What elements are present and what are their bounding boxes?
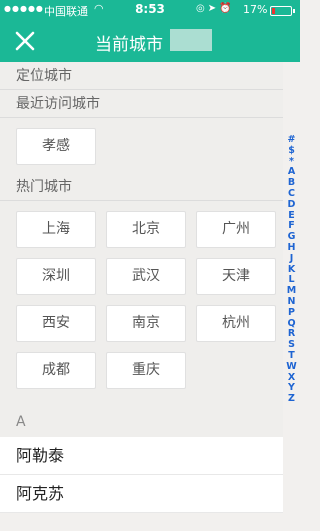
battery-percent: 17%: [243, 3, 268, 16]
battery-icon: [270, 6, 295, 16]
hot-city-button[interactable]: 杭州: [196, 305, 276, 342]
index-letter[interactable]: J: [283, 253, 300, 265]
index-letter[interactable]: D: [283, 199, 300, 211]
recent-city-button[interactable]: 孝感: [16, 128, 96, 165]
status-bar: ●●●●● 中国联通 ◠ 8:53 ◎➤⏰ 17%: [0, 0, 300, 20]
blurred-city-name: [170, 29, 212, 51]
hot-city-button[interactable]: 西安: [16, 305, 96, 342]
hot-city-header: 热门城市: [0, 173, 283, 201]
letter-header-a: A: [0, 407, 283, 437]
index-letter[interactable]: Z: [283, 393, 300, 405]
hot-city-area: 上海 北京 广州深圳 武汉 天津西安 南京 杭州成都 重庆: [0, 201, 283, 407]
index-letter[interactable]: $: [283, 145, 300, 157]
status-icons: ◎➤⏰: [196, 3, 235, 14]
hot-city-button[interactable]: 北京: [106, 211, 186, 248]
hot-city-button[interactable]: 南京: [106, 305, 186, 342]
close-button[interactable]: [10, 26, 40, 56]
hot-city-button[interactable]: 武汉: [106, 258, 186, 295]
hot-city-button[interactable]: 深圳: [16, 258, 96, 295]
hot-city-grid: 上海 北京 广州深圳 武汉 天津西安 南京 杭州成都 重庆: [16, 211, 283, 399]
hot-city-button[interactable]: 重庆: [106, 352, 186, 389]
index-letter[interactable]: W: [283, 361, 300, 373]
page-title: 当前城市: [95, 35, 163, 55]
hot-city-button[interactable]: 成都: [16, 352, 96, 389]
locate-city-header: 定位城市: [0, 62, 283, 90]
nav-bar: 当前城市: [0, 20, 300, 62]
city-rows: 阿勒泰 阿克苏: [0, 437, 283, 513]
hot-city-button[interactable]: 天津: [196, 258, 276, 295]
city-list-item[interactable]: 阿克苏: [0, 475, 283, 513]
city-list[interactable]: 定位城市 最近访问城市 孝感 热门城市 上海 北京 广州深圳 武汉 天津西安 南京 杭州成都…: [0, 62, 283, 531]
hot-city-button[interactable]: 广州: [196, 211, 276, 248]
city-list-item[interactable]: 阿勒泰: [0, 437, 283, 475]
recent-city-header: 最近访问城市: [0, 90, 283, 118]
hot-city-button[interactable]: 上海: [16, 211, 96, 248]
close-icon: [15, 31, 35, 51]
alphabet-index[interactable]: # $ * A B C D E F G H J K L M N P Q R S T W X Y Z: [283, 134, 300, 405]
recent-city-grid: 孝感: [16, 128, 283, 165]
index-letter[interactable]: P: [283, 307, 300, 319]
recent-city-area: 孝感: [0, 118, 283, 173]
